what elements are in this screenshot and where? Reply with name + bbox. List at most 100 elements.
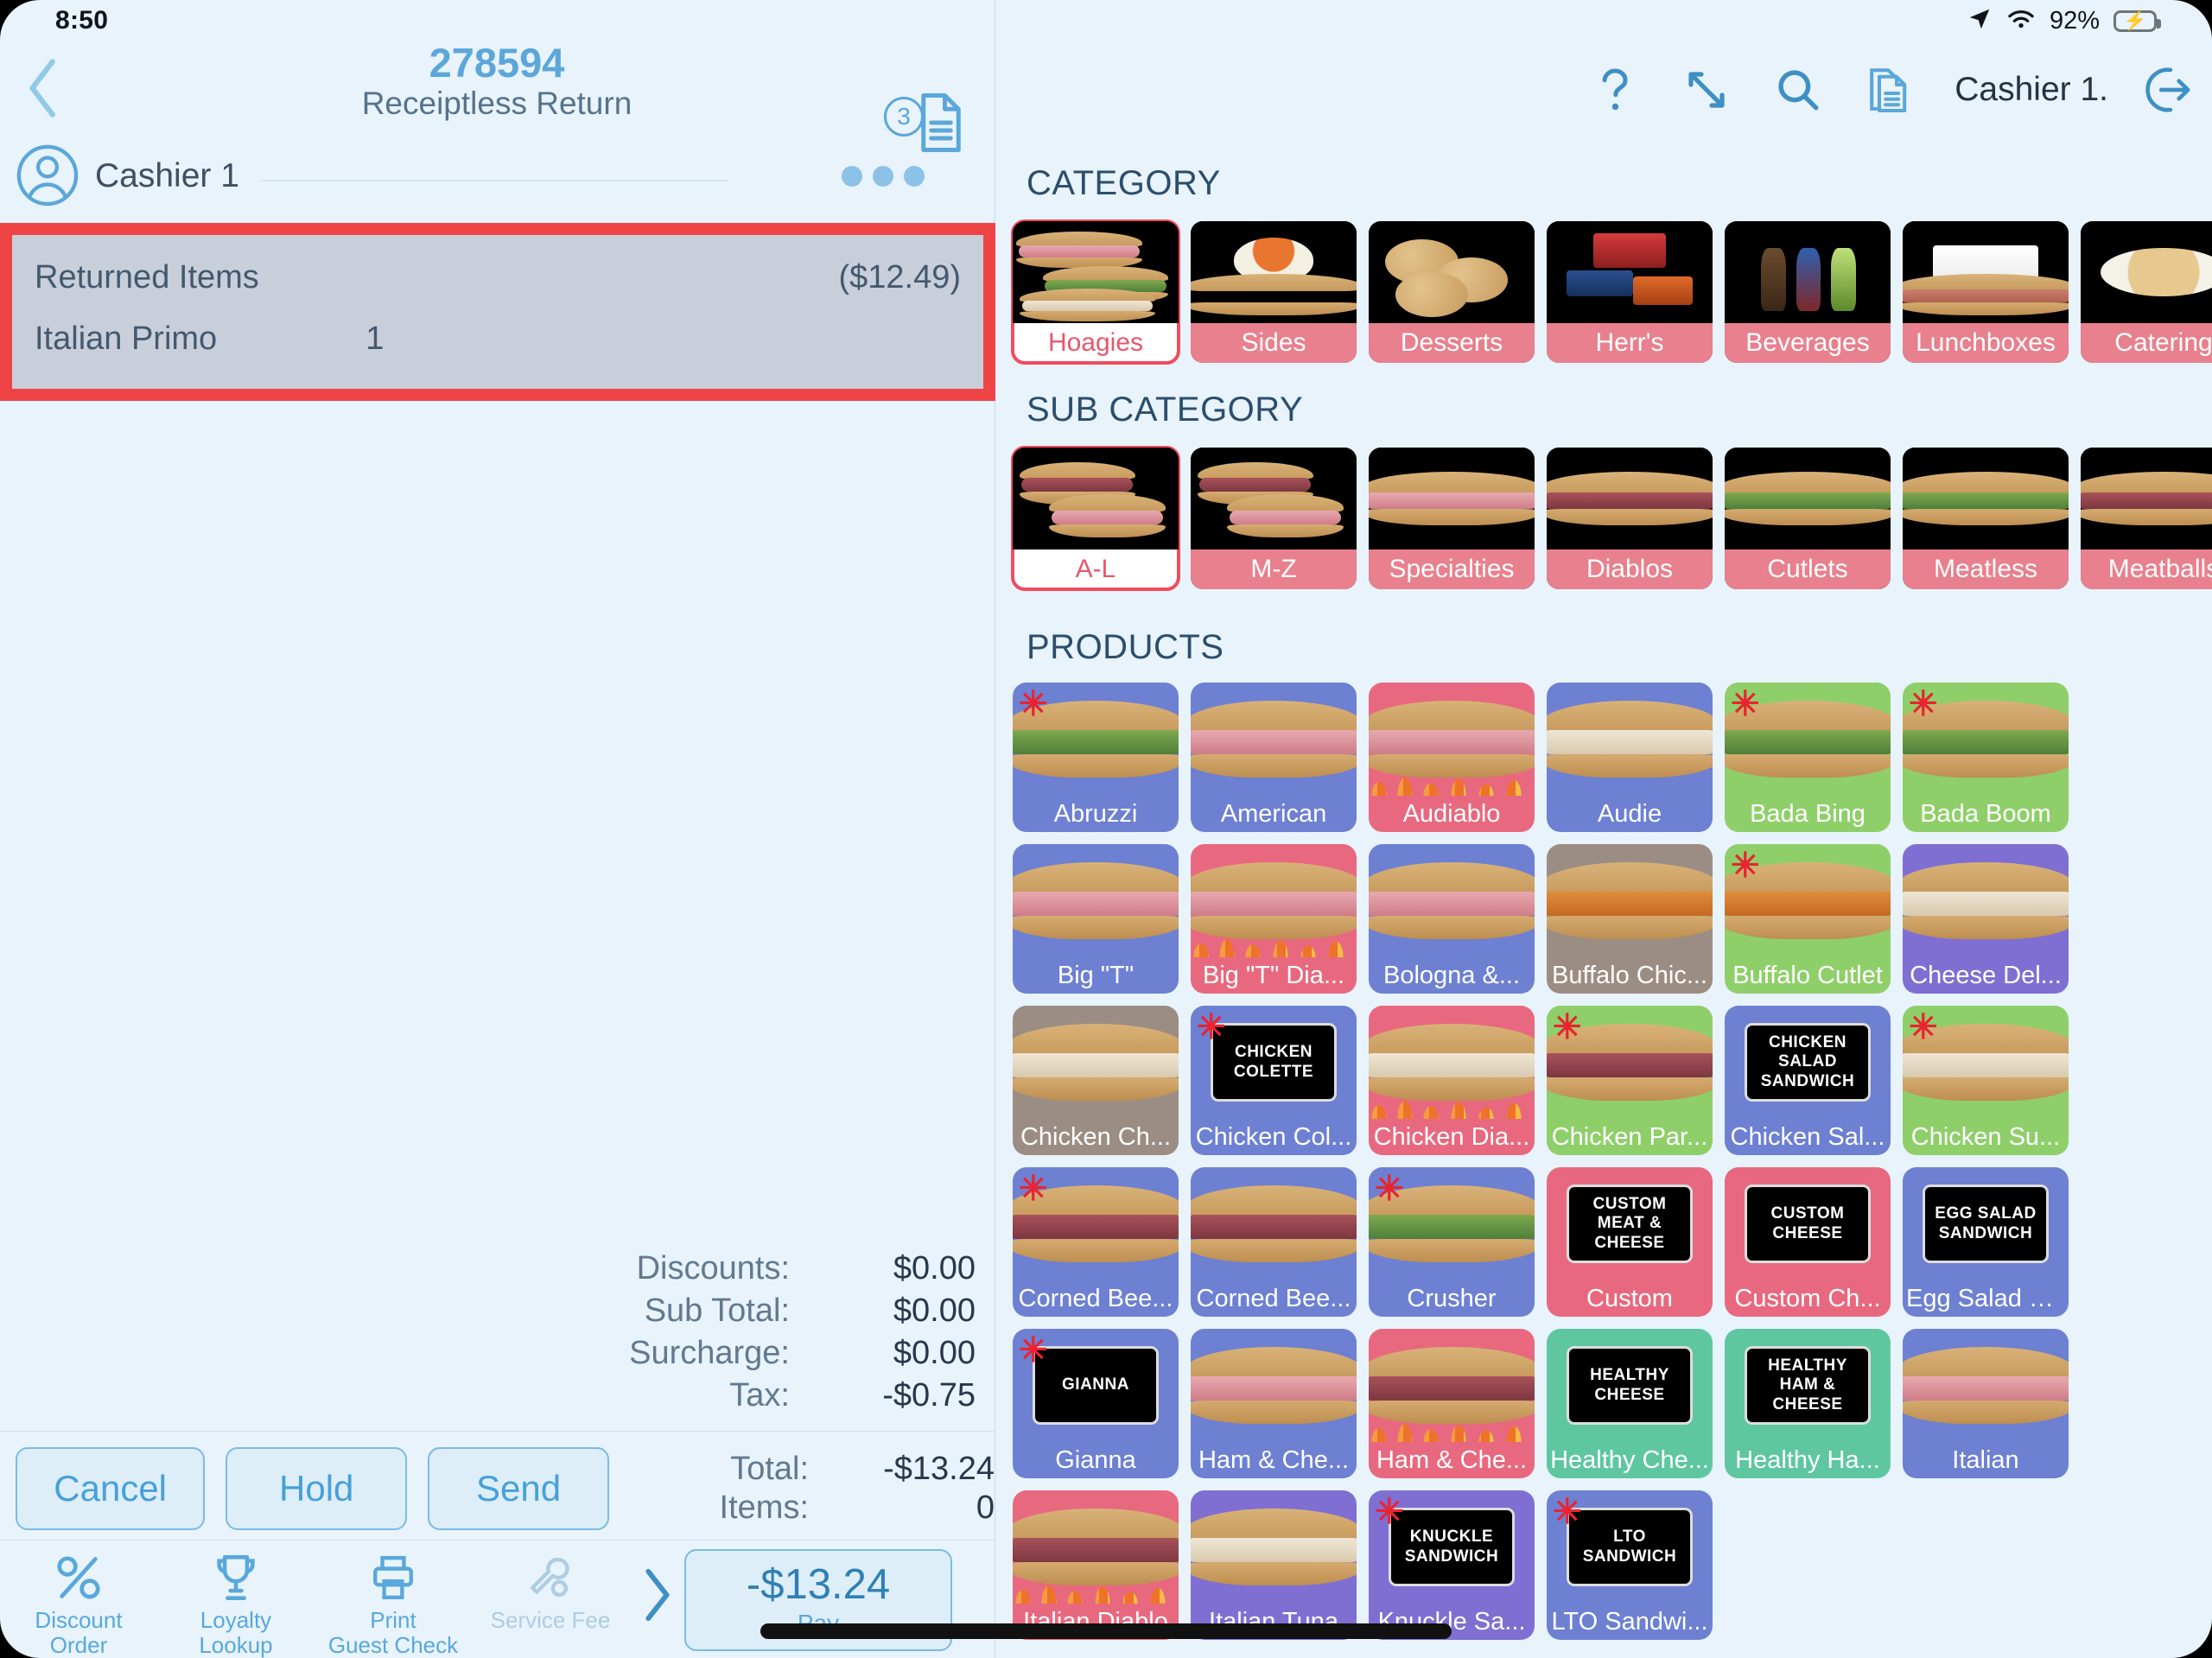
chevron-right-icon[interactable] [641, 1566, 672, 1628]
subcategory-tile-meatballs[interactable]: Meatballs [2081, 448, 2212, 589]
product-label: Audiablo [1402, 800, 1501, 828]
category-row: Hoagies Sides Desserts Herr's Beverages Lunch… [1011, 219, 2212, 365]
spicy-flames [1369, 757, 1535, 796]
product-tile[interactable]: ✳ Corned Bee... [1013, 1167, 1179, 1317]
product-tile[interactable]: HEALTHY HAM & CHEESE Healthy Ha... [1725, 1329, 1891, 1478]
product-label: Chicken Su... [1910, 1123, 2061, 1151]
product-tile[interactable]: ✳ LTO SANDWICH LTO Sandwi... [1547, 1490, 1713, 1640]
product-sign: CUSTOM CHEESE [1745, 1184, 1871, 1264]
category-tile-hoagies[interactable]: Hoagies [1011, 219, 1180, 365]
product-tile[interactable]: Bologna &... [1369, 844, 1535, 994]
product-tile[interactable]: ✳ Bada Boom [1903, 683, 2069, 832]
loyalty-lookup-button[interactable]: Loyalty Lookup [157, 1540, 315, 1658]
tile-image [1369, 221, 1535, 323]
product-label: Chicken Ch... [1020, 1123, 1172, 1151]
product-tile[interactable]: ✳ Buffalo Cutlet [1725, 844, 1891, 994]
product-tile[interactable]: ✳ GIANNA Gianna [1013, 1329, 1179, 1478]
spicy-flames [1369, 1403, 1535, 1442]
tile-image [1191, 221, 1357, 323]
help-icon[interactable] [1588, 63, 1642, 117]
loyalty-lookup-line2: Lookup [199, 1632, 273, 1658]
totals-summary: Discounts: $0.00 Sub Total: $0.00 Surcha… [0, 1248, 995, 1432]
status-time: 8:50 [55, 6, 109, 35]
product-tile[interactable]: Ham & Che... [1369, 1329, 1535, 1478]
user-avatar-icon [16, 143, 79, 212]
surcharge-value: $0.00 [893, 1335, 976, 1371]
tile-label: Hoagies [1013, 323, 1179, 363]
category-tile-catering[interactable]: Catering [2081, 221, 2212, 363]
product-label: LTO Sandwi... [1551, 1608, 1708, 1636]
product-tile[interactable]: CUSTOM MEAT & CHEESE Custom [1547, 1167, 1713, 1317]
product-tile[interactable]: Ham & Che... [1191, 1329, 1357, 1478]
category-tile-beverages[interactable]: Beverages [1725, 221, 1891, 363]
resize-icon[interactable] [1680, 63, 1733, 117]
product-tile[interactable]: American [1191, 683, 1357, 832]
subcategory-tile-cutlets[interactable]: Cutlets [1725, 448, 1891, 589]
search-icon[interactable] [1771, 63, 1825, 117]
product-image: EGG SALAD SANDWICH [1903, 1167, 2069, 1280]
subcategory-tile-m-z[interactable]: M-Z [1191, 448, 1357, 589]
product-label: Ham & Che... [1376, 1446, 1528, 1474]
product-label: American [1220, 800, 1327, 828]
product-tile[interactable]: EGG SALAD SANDWICH Egg Salad S... [1903, 1167, 2069, 1317]
status-indicators: 92% ⚡ [1967, 6, 2161, 36]
product-tile[interactable]: ✳ Bada Bing [1725, 683, 1891, 832]
hold-button[interactable]: Hold [226, 1446, 408, 1530]
product-sign: HEALTHY HAM & CHEESE [1745, 1345, 1871, 1426]
product-tile[interactable]: CHICKEN SALAD SANDWICH Chicken Sal... [1725, 1006, 1891, 1155]
send-button[interactable]: Send [428, 1446, 610, 1530]
subcategory-tile-specialties[interactable]: Specialties [1369, 448, 1535, 589]
cancel-button[interactable]: Cancel [16, 1446, 206, 1530]
product-label: Bologna &... [1383, 962, 1520, 989]
category-tile-desserts[interactable]: Desserts [1369, 221, 1535, 363]
total-label: Total: [730, 1450, 810, 1487]
product-tile[interactable]: CUSTOM CHEESE Custom Ch... [1725, 1167, 1891, 1317]
product-sign: CHICKEN SALAD SANDWICH [1745, 1022, 1871, 1102]
product-tile[interactable]: Audie [1547, 683, 1713, 832]
product-tile[interactable]: Audiablo [1369, 683, 1535, 832]
product-tile[interactable]: ✳ Chicken Su... [1903, 1006, 2069, 1155]
returned-items-card[interactable]: Returned Items ($12.49) Italian Primo 1 [12, 235, 983, 389]
discount-order-line2: Order [49, 1632, 108, 1658]
product-label: Corned Bee... [1196, 1285, 1351, 1312]
status-bar: 8:50 92% ⚡ [0, 0, 2212, 41]
product-tile[interactable]: ✳ CHICKEN COLETTE Chicken Col... [1191, 1006, 1357, 1155]
product-tile[interactable]: Italian Tuna [1191, 1490, 1357, 1640]
product-sign: KNUCKLE SANDWICH [1389, 1507, 1515, 1587]
product-label: Healthy Che... [1550, 1446, 1709, 1474]
product-tile[interactable]: Buffalo Chic... [1547, 844, 1713, 994]
product-tile[interactable]: ✳ Crusher [1369, 1167, 1535, 1317]
documents-icon[interactable] [1863, 63, 1916, 117]
subcategory-tile-diablos[interactable]: Diablos [1547, 448, 1713, 589]
product-tile[interactable]: HEALTHY CHEESE Healthy Che... [1547, 1329, 1713, 1478]
product-tile[interactable]: ✳ KNUCKLE SANDWICH Knuckle Sa... [1369, 1490, 1535, 1640]
product-image [1547, 683, 1713, 796]
product-tile[interactable]: Italian [1903, 1329, 2069, 1478]
subcategory-tile-meatless[interactable]: Meatless [1903, 448, 2069, 589]
category-tile-lunchboxes[interactable]: Lunchboxes [1903, 221, 2069, 363]
product-tile[interactable]: Chicken Ch... [1013, 1006, 1179, 1155]
order-action-bar: Cancel Hold Send Total: -$13.24 Items: 0 [0, 1437, 995, 1540]
category-tile-herr-s[interactable]: Herr's [1547, 221, 1713, 363]
product-tile[interactable]: ✳ Chicken Par... [1547, 1006, 1713, 1155]
product-image: HEALTHY CHEESE [1547, 1329, 1713, 1442]
product-tile[interactable]: Italian Diablo [1013, 1490, 1179, 1640]
returned-line-item[interactable]: Italian Primo 1 [35, 308, 961, 370]
battery-percent: 92% [2049, 6, 2100, 35]
product-tile[interactable]: Big "T" [1013, 844, 1179, 994]
product-tile[interactable]: Cheese Del... [1903, 844, 2069, 994]
product-image [1013, 844, 1179, 957]
product-tile[interactable]: Big "T" Dia... [1191, 844, 1357, 994]
service-fee-button[interactable]: Service Fee [472, 1540, 629, 1633]
discount-order-button[interactable]: Discount Order [0, 1540, 157, 1658]
subcategory-tile-a-l[interactable]: A-L [1011, 446, 1180, 591]
logout-icon[interactable] [2139, 63, 2193, 117]
more-dots-icon[interactable] [842, 166, 925, 187]
print-guest-check-button[interactable]: Print Guest Check [315, 1540, 472, 1658]
product-tile[interactable]: Chicken Dia... [1369, 1006, 1535, 1155]
product-tile[interactable]: ✳ Abruzzi [1013, 683, 1179, 832]
category-tile-sides[interactable]: Sides [1191, 221, 1357, 363]
tile-image [1369, 448, 1535, 549]
product-tile[interactable]: Corned Bee... [1191, 1167, 1357, 1317]
back-button[interactable] [12, 57, 74, 119]
